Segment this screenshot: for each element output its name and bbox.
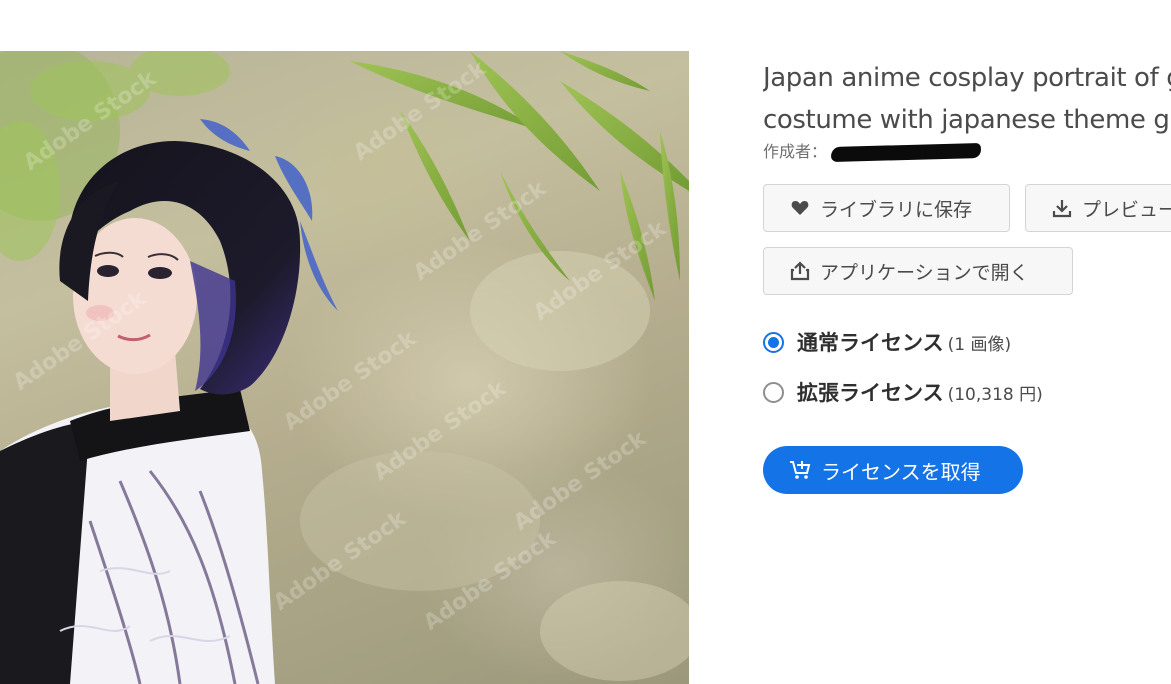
license-option-standard[interactable]: 通常ライセンス (1 画像) [763, 327, 1011, 357]
cart-icon [789, 459, 811, 481]
asset-title-line: Japan anime cosplay portrait of g [763, 63, 1171, 93]
asset-title: Japan anime cosplay portrait of g costum… [763, 57, 1171, 141]
license-name: 通常ライセンス [797, 331, 944, 355]
preview-download-label: プレビュー [1082, 198, 1171, 221]
stock-photo-preview[interactable]: Adobe Stock Adobe Stock Adobe Stock Adob… [0, 51, 689, 684]
author-row: 作成者： [763, 138, 982, 162]
asset-title-line: costume with japanese theme g [763, 105, 1170, 135]
save-to-library-label: ライブラリに保存 [820, 198, 973, 221]
get-license-label: ライセンスを取得 [821, 459, 981, 484]
open-in-app-button[interactable]: アプリケーションで開く [763, 247, 1073, 295]
author-label: 作成者： [763, 142, 828, 161]
radio-standard-license[interactable] [763, 331, 784, 353]
save-to-library-button[interactable]: ライブラリに保存 [763, 184, 1010, 232]
license-option-extended[interactable]: 拡張ライセンス (10,318 円) [763, 377, 1043, 407]
download-icon [1052, 198, 1072, 218]
radio-extended-license[interactable] [763, 381, 784, 403]
open-in-app-label: アプリケーションで開く [820, 261, 1029, 284]
license-price: (10,318 円) [947, 384, 1043, 405]
license-name: 拡張ライセンス [797, 381, 944, 405]
photo-illustration: Adobe Stock Adobe Stock Adobe Stock Adob… [0, 51, 689, 684]
author-name-redacted[interactable] [830, 143, 982, 162]
preview-download-button[interactable]: プレビュー [1025, 184, 1171, 232]
asset-details-panel: Japan anime cosplay portrait of g costum… [763, 0, 1171, 684]
watermark-text: Adobe Stock [509, 426, 652, 536]
license-note: (1 画像) [947, 334, 1012, 355]
watermark-text: Adobe Stock [279, 326, 422, 436]
get-license-button[interactable]: ライセンスを取得 [763, 446, 1023, 494]
share-icon [790, 261, 810, 281]
heart-icon [790, 198, 810, 218]
